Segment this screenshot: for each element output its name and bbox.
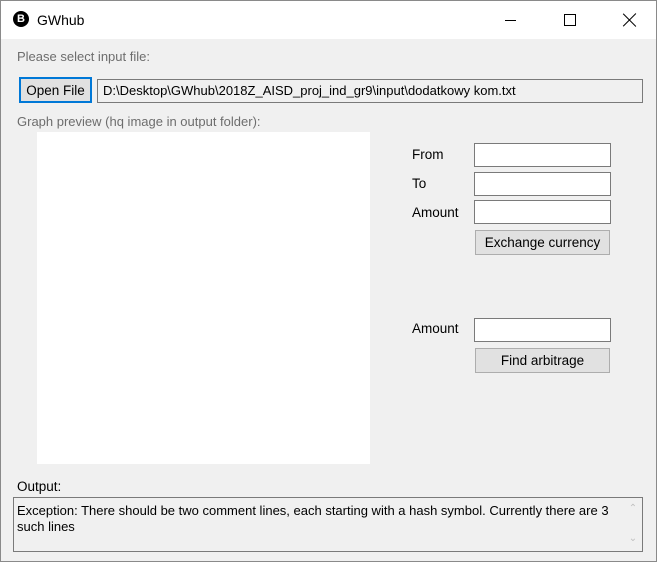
open-file-button[interactable]: Open File <box>19 77 92 103</box>
chevron-up-icon[interactable]: ⌃ <box>628 504 638 514</box>
app-window: B GWhub Please select input file: Open F… <box>0 0 657 562</box>
find-arbitrage-button[interactable]: Find arbitrage <box>475 348 610 373</box>
maximize-button[interactable] <box>547 1 593 39</box>
minimize-icon <box>504 19 516 21</box>
output-textbox[interactable]: Exception: There should be two comment l… <box>13 497 643 552</box>
exchange-amount-label: Amount <box>412 205 459 220</box>
output-message: Exception: There should be two comment l… <box>17 503 609 534</box>
close-button[interactable] <box>607 1 653 39</box>
to-label: To <box>412 176 427 191</box>
graph-preview-image <box>37 132 370 464</box>
from-label: From <box>412 147 444 162</box>
output-scrollbar[interactable]: ⌃ ⌄ <box>625 498 642 551</box>
title-bar: B GWhub <box>1 1 656 39</box>
close-icon <box>623 13 637 27</box>
chevron-down-icon[interactable]: ⌄ <box>628 534 638 544</box>
from-input[interactable] <box>474 143 611 167</box>
window-title: GWhub <box>37 12 85 28</box>
bitcoin-icon: B <box>13 11 29 27</box>
output-label: Output: <box>17 479 62 494</box>
minimize-button[interactable] <box>487 1 533 39</box>
arbitrage-amount-input[interactable] <box>474 318 611 342</box>
maximize-icon <box>564 14 576 26</box>
arbitrage-amount-label: Amount <box>412 321 459 336</box>
to-input[interactable] <box>474 172 611 196</box>
select-file-label: Please select input file: <box>17 49 150 64</box>
file-path-field[interactable]: D:\Desktop\GWhub\2018Z_AISD_proj_ind_gr9… <box>97 79 643 103</box>
exchange-currency-button[interactable]: Exchange currency <box>475 230 610 255</box>
exchange-amount-input[interactable] <box>474 200 611 224</box>
graph-preview-label: Graph preview (hq image in output folder… <box>17 114 261 129</box>
